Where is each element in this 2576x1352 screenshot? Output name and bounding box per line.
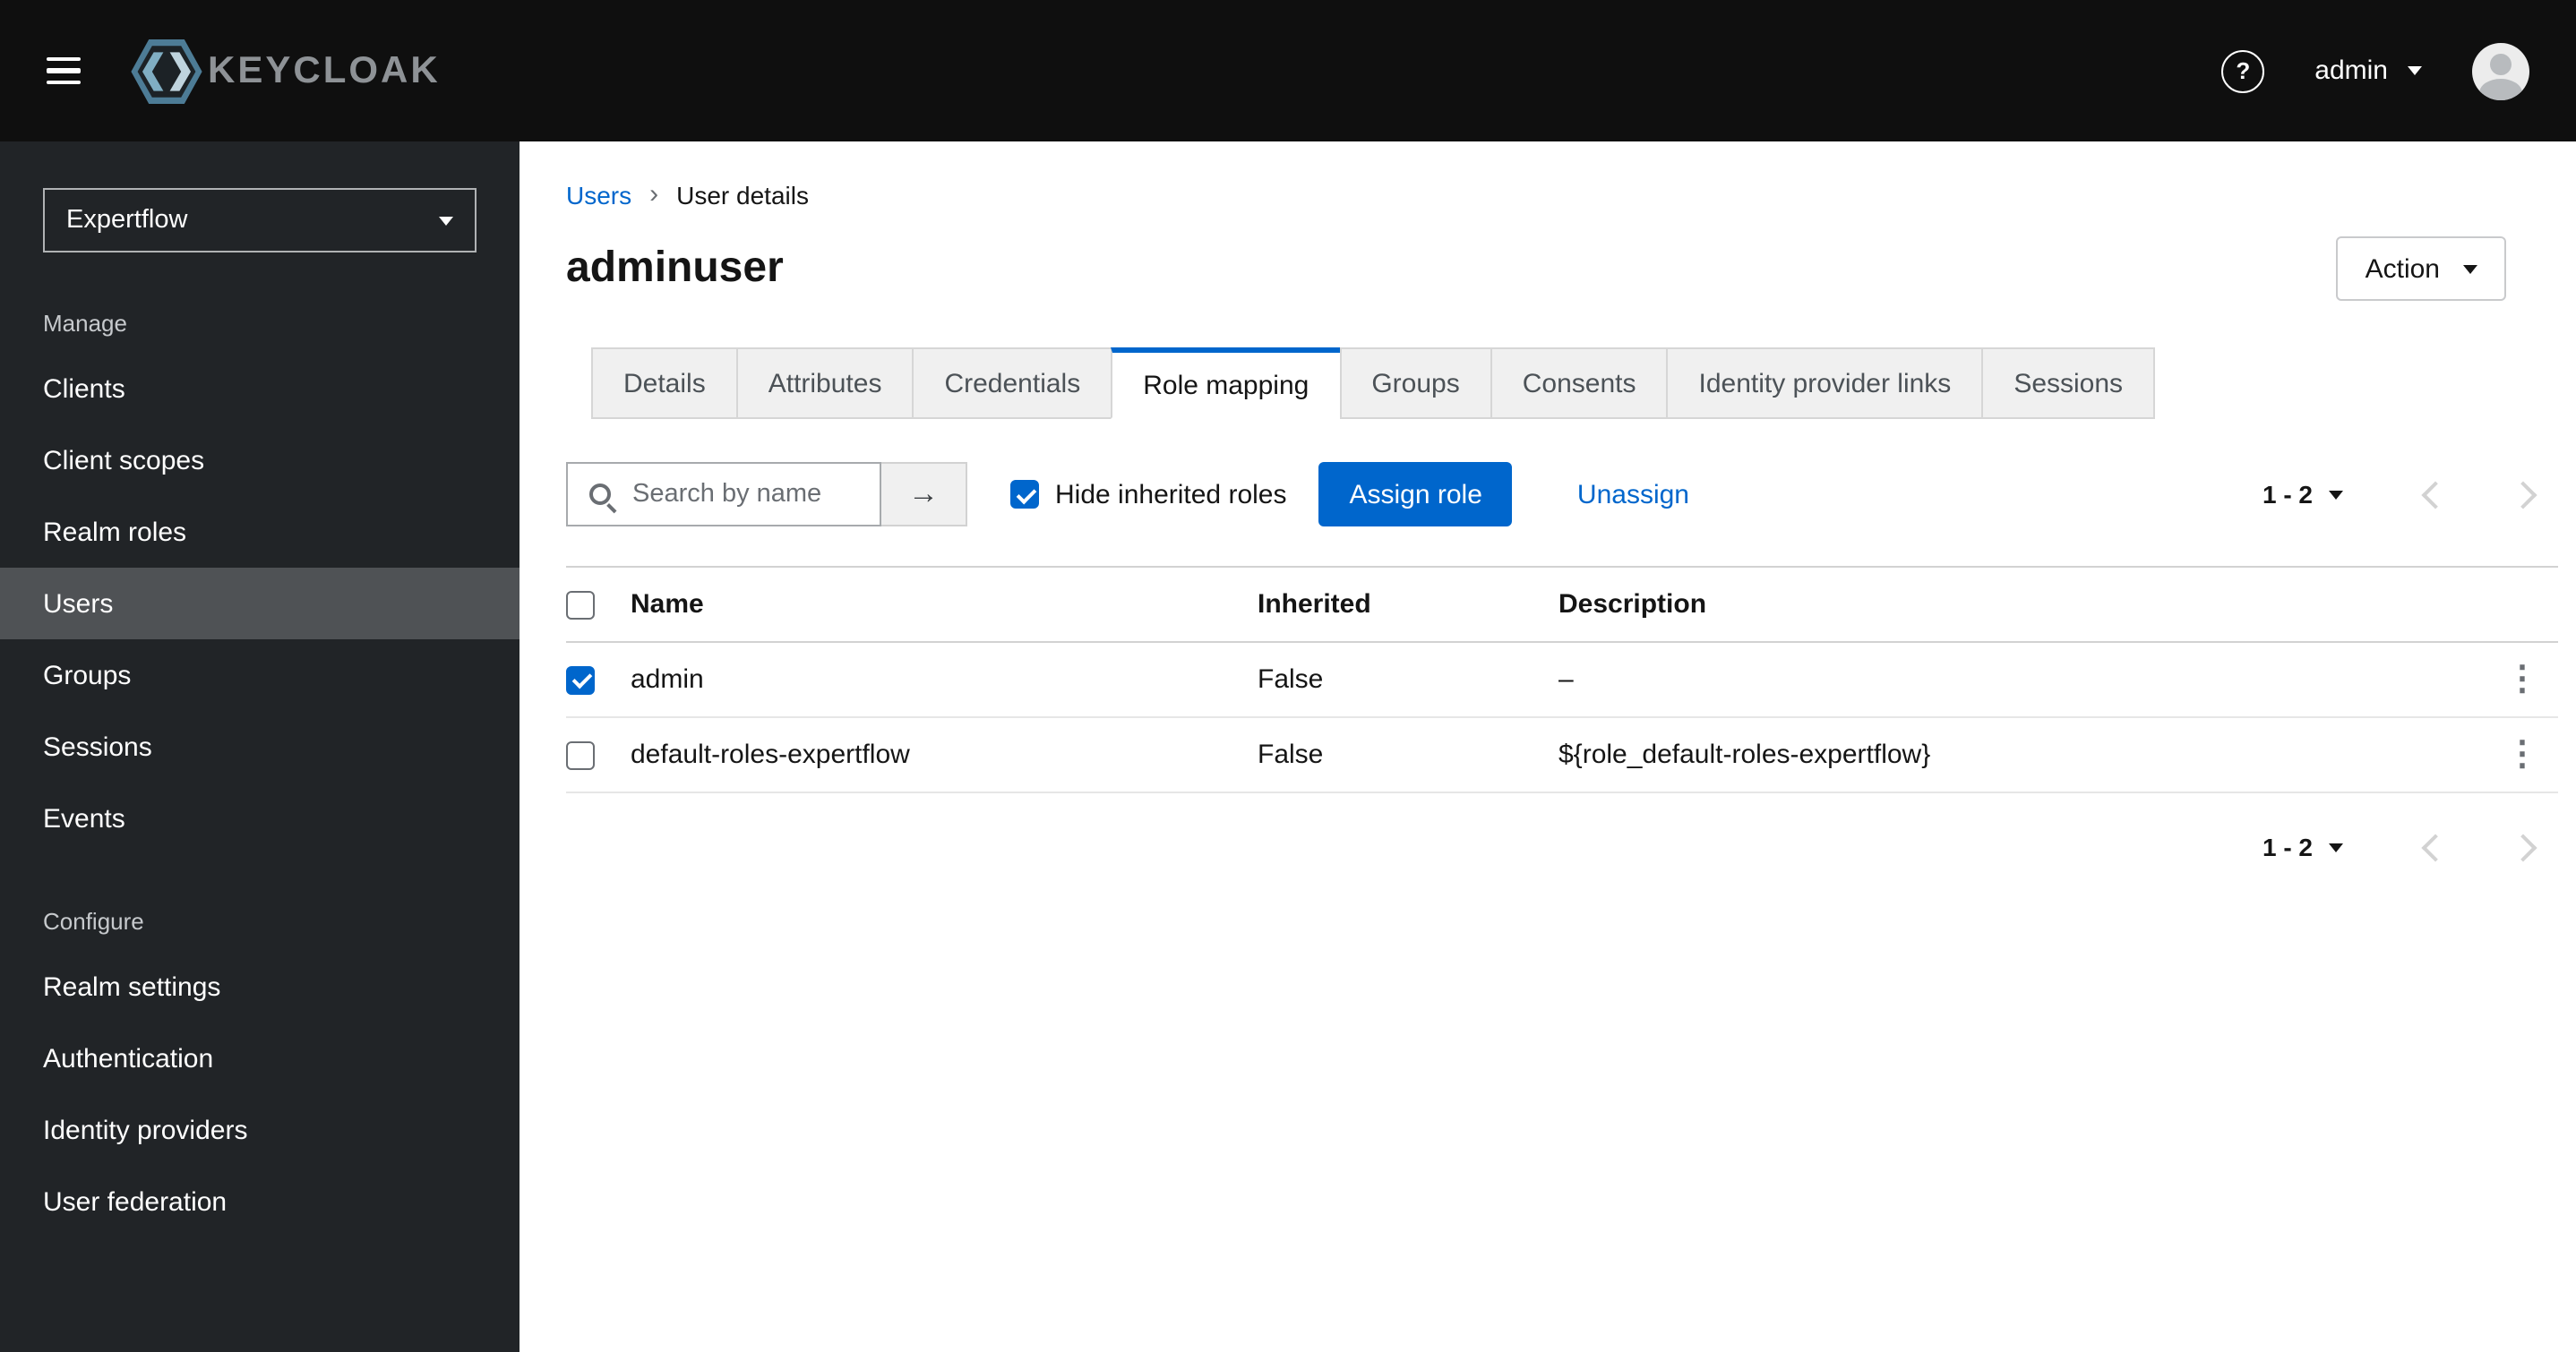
pagination-bottom: 1 - 2 — [519, 793, 2576, 861]
cell-inherited: False — [1258, 664, 1324, 695]
sidebar-item-user-federation[interactable]: User federation — [0, 1166, 519, 1237]
avatar[interactable] — [2472, 42, 2529, 99]
kebab-menu-icon[interactable]: ⋮ — [2486, 663, 2558, 697]
layout: Expertflow Manage Clients Client scopes … — [0, 141, 2576, 1352]
column-header-inherited: Inherited — [1258, 589, 1371, 620]
chevron-down-icon — [2329, 490, 2343, 499]
row-checkbox[interactable] — [566, 665, 595, 694]
unassign-link[interactable]: Unassign — [1577, 479, 1689, 509]
chevron-down-icon — [2408, 66, 2422, 75]
chevron-down-icon — [439, 216, 453, 225]
sidebar-item-realm-settings[interactable]: Realm settings — [0, 951, 519, 1023]
masthead-right: ? admin — [2221, 42, 2529, 99]
nav-toggle-icon[interactable] — [47, 43, 81, 99]
row-checkbox[interactable] — [566, 740, 595, 769]
toolbar: → Hide inherited roles Assign role Unass… — [566, 462, 2537, 526]
sidebar-item-client-scopes[interactable]: Client scopes — [0, 424, 519, 496]
sidebar-item-realm-roles[interactable]: Realm roles — [0, 496, 519, 568]
tab-credentials[interactable]: Credentials — [912, 347, 1113, 419]
action-label: Action — [2365, 253, 2440, 284]
main-content: Users › User details adminuser Action De… — [519, 141, 2576, 1352]
chevron-down-icon — [2329, 843, 2343, 851]
arrow-right-icon: → — [908, 476, 939, 510]
cell-inherited: False — [1258, 740, 1324, 770]
breadcrumb-current: User details — [676, 180, 809, 209]
page-title: adminuser — [566, 244, 784, 292]
question-mark-glyph: ? — [2236, 57, 2251, 84]
cell-description: ${role_default-roles-expertflow} — [1558, 740, 1931, 770]
hide-inherited-label: Hide inherited roles — [1055, 479, 1287, 509]
assign-role-button[interactable]: Assign role — [1318, 462, 1513, 526]
realm-selector[interactable]: Expertflow — [43, 188, 477, 252]
sidebar-item-identity-providers[interactable]: Identity providers — [0, 1094, 519, 1166]
nav-section-configure: Configure — [43, 908, 144, 935]
cell-description: – — [1558, 664, 1574, 695]
search-input[interactable] — [566, 462, 881, 526]
column-header-name: Name — [631, 589, 704, 620]
sidebar-item-authentication[interactable]: Authentication — [0, 1023, 519, 1094]
pagination-range-toggle[interactable]: 1 - 2 — [2263, 833, 2343, 861]
tabs: Details Attributes Credentials Role mapp… — [591, 347, 2576, 419]
sidebar: Expertflow Manage Clients Client scopes … — [0, 141, 519, 1352]
hide-inherited-roles-toggle[interactable]: Hide inherited roles — [1010, 479, 1287, 509]
table-row: admin False – ⋮ — [566, 643, 2558, 718]
title-row: adminuser Action — [566, 236, 2506, 301]
sidebar-item-groups[interactable]: Groups — [0, 639, 519, 711]
breadcrumb-link-users[interactable]: Users — [566, 180, 631, 209]
table-row: default-roles-expertflow False ${role_de… — [566, 718, 2558, 793]
sidebar-item-users[interactable]: Users — [0, 568, 519, 639]
pagination-top: 1 - 2 — [2263, 480, 2537, 509]
nav-section-manage: Manage — [43, 310, 127, 337]
sidebar-item-clients[interactable]: Clients — [0, 353, 519, 424]
tab-consents[interactable]: Consents — [1490, 347, 1669, 419]
pagination-range-toggle[interactable]: 1 - 2 — [2263, 480, 2343, 509]
keycloak-logo-icon — [131, 39, 202, 103]
previous-page-icon[interactable] — [2421, 480, 2450, 509]
tab-groups[interactable]: Groups — [1339, 347, 1492, 419]
pagination-range-label: 1 - 2 — [2262, 833, 2313, 861]
column-header-description: Description — [1558, 589, 1707, 620]
username-label: admin — [2314, 56, 2388, 86]
role-mapping-table: Name Inherited Description admin False –… — [566, 566, 2558, 793]
tab-details[interactable]: Details — [591, 347, 738, 419]
sidebar-item-events[interactable]: Events — [0, 783, 519, 854]
breadcrumb: Users › User details — [566, 179, 2506, 210]
sidebar-item-sessions[interactable]: Sessions — [0, 711, 519, 783]
realm-name: Expertflow — [66, 206, 188, 235]
search-submit-button[interactable]: → — [881, 462, 967, 526]
cell-name: default-roles-expertflow — [631, 740, 910, 770]
tab-role-mapping[interactable]: Role mapping — [1111, 347, 1342, 419]
hide-inherited-checkbox[interactable] — [1010, 480, 1039, 509]
pagination-range-label: 1 - 2 — [2262, 480, 2313, 509]
tab-sessions[interactable]: Sessions — [1981, 347, 2156, 419]
keycloak-admin-console: KEYCLOAK ? admin Expertflow Manage Clien… — [0, 0, 2576, 1352]
masthead: KEYCLOAK ? admin — [0, 0, 2576, 141]
brand: KEYCLOAK — [131, 39, 441, 103]
cell-name: admin — [631, 664, 704, 695]
next-page-icon[interactable] — [2509, 480, 2537, 509]
help-icon[interactable]: ? — [2221, 49, 2265, 92]
tab-identity-provider-links[interactable]: Identity provider links — [1666, 347, 1984, 419]
search-icon — [589, 483, 611, 505]
breadcrumb-separator-icon: › — [649, 179, 659, 210]
user-menu[interactable]: admin — [2314, 56, 2422, 86]
chevron-down-icon — [2463, 264, 2477, 273]
tab-attributes[interactable]: Attributes — [735, 347, 914, 419]
keycloak-wordmark: KEYCLOAK — [208, 49, 441, 90]
next-page-icon[interactable] — [2509, 833, 2537, 861]
search-group: → — [566, 462, 967, 526]
kebab-menu-icon[interactable]: ⋮ — [2486, 738, 2558, 772]
select-all-checkbox[interactable] — [566, 590, 595, 619]
table-header-row: Name Inherited Description — [566, 566, 2558, 643]
previous-page-icon[interactable] — [2421, 833, 2450, 861]
action-dropdown-button[interactable]: Action — [2336, 236, 2506, 301]
